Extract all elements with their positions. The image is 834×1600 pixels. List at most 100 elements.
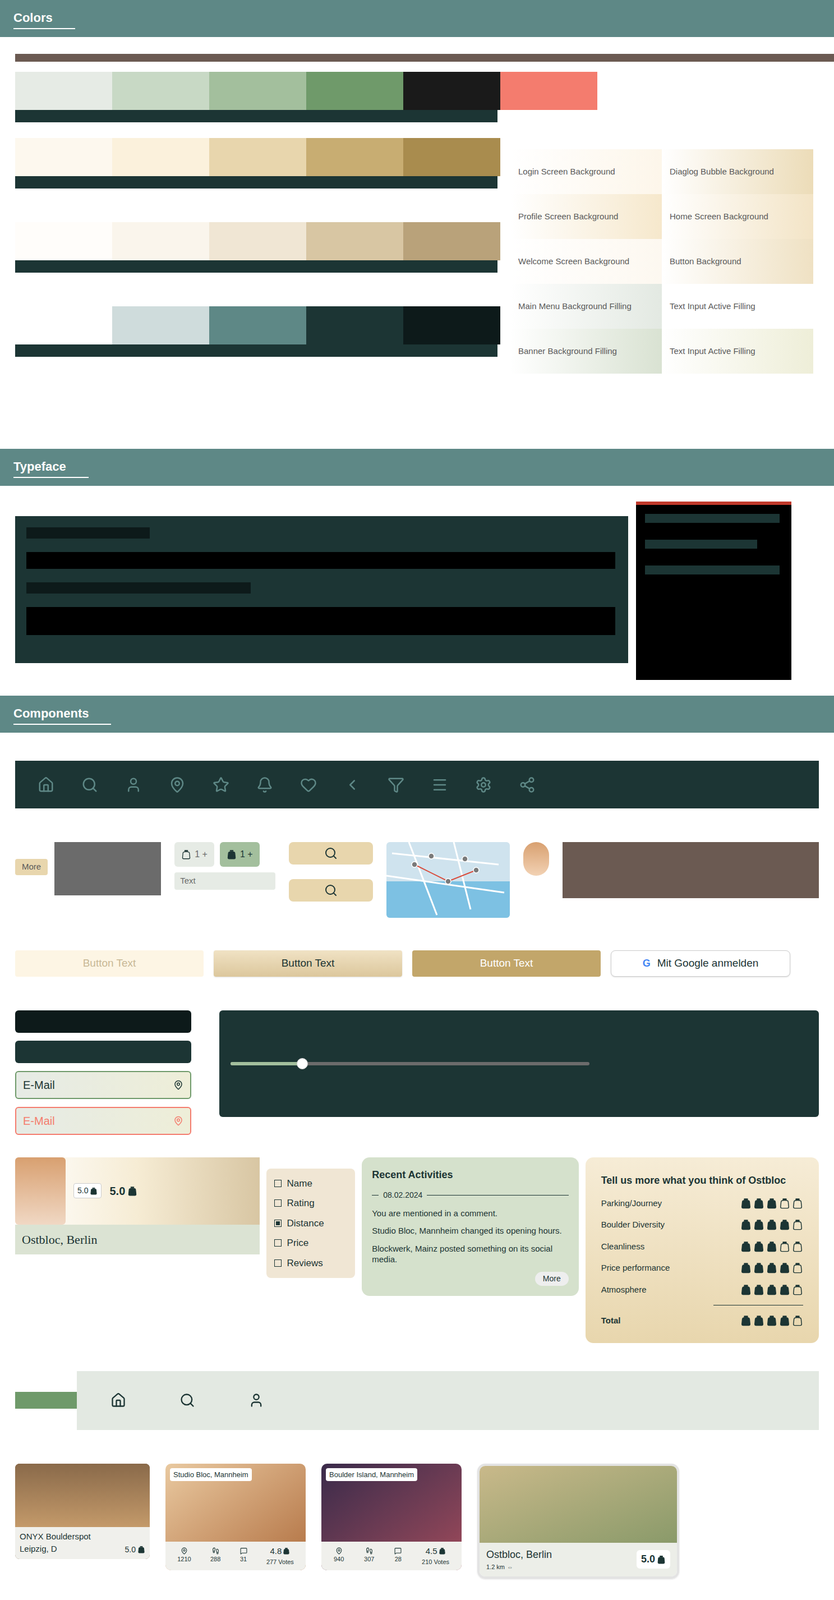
bottom-navigation (76, 1370, 819, 1430)
place-card[interactable]: Boulder Island, Mannheim940307284.5210 V… (321, 1463, 462, 1570)
place-card[interactable]: Ostbloc, Berlin1.2 km⇔5.0 (477, 1463, 680, 1579)
chalk-bag-icon (753, 1314, 765, 1326)
rating-row[interactable]: Cleanliness (601, 1240, 804, 1253)
color-swatch (209, 222, 307, 261)
typeface-header: Typeface (0, 448, 834, 486)
palette-label-strip (15, 109, 498, 123)
typeface-section (0, 485, 834, 696)
stat-icon (212, 1546, 220, 1555)
palette-label-strip (15, 260, 498, 273)
component-icon (431, 776, 449, 794)
typeface-samples (15, 515, 629, 663)
checkbox[interactable] (274, 1179, 282, 1187)
color-swatch (500, 71, 598, 110)
color-swatch (112, 137, 210, 177)
text-input[interactable]: Text (174, 872, 276, 890)
search-pill[interactable] (288, 841, 373, 865)
input-row: E-Mail E-Mail (15, 1010, 819, 1135)
card-row: ONYX BoulderspotLeipzig, D5.0Studio Bloc… (15, 1463, 819, 1579)
profile-icon[interactable] (248, 1392, 265, 1408)
rating-badge: 5.0 (109, 1182, 138, 1200)
color-swatch (209, 137, 307, 177)
checkbox[interactable] (274, 1259, 282, 1267)
colors-section: Login Screen BackgroundDiaglog Bubble Ba… (0, 37, 834, 449)
chalk-bag-icon (740, 1218, 752, 1230)
palette-row (15, 306, 501, 357)
slider-panel (219, 1010, 819, 1117)
background-sample: Profile Screen Background (510, 194, 662, 239)
rating-row[interactable]: Price performance (601, 1261, 804, 1275)
checkbox[interactable] (274, 1219, 282, 1227)
rating-badge: 5.0 (73, 1182, 102, 1198)
color-swatch (112, 306, 210, 345)
filter-option[interactable]: Name (274, 1176, 348, 1191)
chalk-bag-icon (791, 1218, 804, 1230)
chalk-bag-icon (656, 1554, 666, 1564)
chalk-bag-icon (753, 1197, 765, 1209)
image-placeholder (54, 841, 161, 896)
search-icon[interactable] (179, 1392, 196, 1408)
rating-form: Tell us more what you think of OstblocPa… (585, 1157, 819, 1343)
color-swatch (403, 222, 501, 261)
background-sample: Welcome Screen Background (510, 238, 662, 284)
email-field[interactable]: E-Mail (15, 1070, 192, 1099)
chalk-bag-icon (779, 1261, 791, 1274)
filter-option[interactable]: Rating (274, 1195, 348, 1211)
google-sign-in-button[interactable]: GMit Google anmelden (610, 950, 791, 977)
component-icon (212, 776, 230, 794)
chalk-bag-icon (753, 1283, 765, 1296)
avatar (523, 841, 550, 876)
color-swatch (15, 306, 113, 345)
google-logo-icon: G (642, 955, 651, 971)
color-swatch (403, 137, 501, 177)
home-icon[interactable] (110, 1392, 127, 1408)
background-sample: Text Input Active Filling (661, 283, 814, 329)
slider[interactable] (230, 1061, 590, 1066)
chalk-bag-icon (779, 1197, 791, 1209)
slider-thumb[interactable] (296, 1057, 308, 1070)
place-card[interactable]: ONYX BoulderspotLeipzig, D5.0 (15, 1463, 150, 1559)
checkbox[interactable] (274, 1199, 282, 1207)
rating-row[interactable]: Atmosphere (601, 1283, 804, 1297)
small-components-row: More 1 +1 + Text (15, 841, 819, 935)
component-icon (256, 776, 274, 794)
place-card[interactable]: Studio Bloc, Mannheim1210288314.8277 Vot… (165, 1463, 306, 1570)
filter-option[interactable]: Reviews (274, 1255, 348, 1271)
chalk-bag-icon (740, 1197, 752, 1209)
background-sample: Text Input Active Filling (661, 328, 814, 374)
filter-option[interactable]: Distance (274, 1215, 348, 1231)
map[interactable] (386, 841, 510, 918)
counter-chip[interactable]: 1 + (219, 841, 260, 867)
button[interactable]: Button Text (213, 950, 403, 977)
component-icon (518, 776, 536, 794)
checkbox[interactable] (274, 1238, 282, 1247)
rating-row[interactable]: Boulder Diversity (601, 1218, 804, 1232)
place-card: 5.05.0Ostbloc, Berlin (15, 1157, 260, 1255)
button[interactable]: Button Text (15, 950, 204, 977)
button[interactable]: Button Text (412, 950, 601, 977)
chalk-bag-icon (127, 1185, 138, 1196)
palette-label-strip (15, 344, 498, 357)
activity-item: Blockwerk, Mainz posted something on its… (371, 1242, 569, 1265)
chalk-bag-icon (137, 1545, 146, 1554)
chalk-bag-icon (766, 1283, 778, 1296)
dark-field (15, 1040, 192, 1063)
search-pill[interactable] (288, 878, 373, 902)
card-components-row: 5.05.0Ostbloc, BerlinNameRatingDistanceP… (15, 1157, 819, 1343)
components-section: More 1 +1 + Text Button Text Button Text Butt… (0, 732, 834, 1600)
chalk-bag-icon (766, 1218, 778, 1230)
email-field[interactable]: E-Mail (15, 1106, 192, 1135)
place-photo (15, 1157, 66, 1225)
more-button[interactable]: More (535, 1271, 569, 1286)
icon-strip (15, 760, 819, 809)
profile-placeholder (562, 841, 819, 898)
color-swatch (209, 71, 307, 110)
filter-option[interactable]: Price (274, 1235, 348, 1251)
more-chip[interactable]: More (15, 858, 48, 875)
rating-row[interactable]: Parking/Journey (601, 1196, 804, 1210)
counter-chip[interactable]: 1 + (174, 841, 215, 867)
chalk-bag-icon (791, 1261, 804, 1274)
chalk-bag-icon (181, 849, 192, 860)
dark-field (15, 1010, 192, 1033)
chalk-bag-icon (791, 1314, 804, 1326)
